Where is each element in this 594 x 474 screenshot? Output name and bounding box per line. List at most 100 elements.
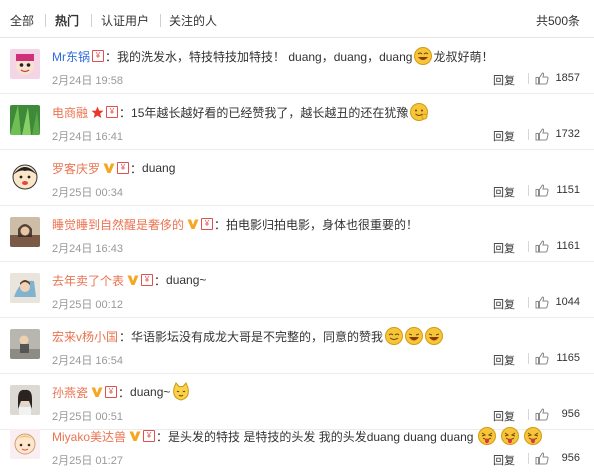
red-icon: ¥ <box>106 106 119 118</box>
comment-text: 拍电影归拍电影，身体也很重要的！ <box>226 217 419 232</box>
thumbs-up-icon[interactable] <box>535 452 549 465</box>
divider <box>528 353 529 364</box>
laugh-face-icon <box>413 46 433 66</box>
colon: ： <box>214 217 227 232</box>
colon: ： <box>119 329 132 344</box>
thumbs-up-icon[interactable] <box>535 128 549 141</box>
username[interactable]: 孙燕瓷 <box>52 384 88 401</box>
comment-time: 2月24日 16:43 <box>52 243 123 255</box>
thumbs-up-icon[interactable] <box>535 184 549 197</box>
reply-link[interactable]: 回复 <box>493 296 515 312</box>
avatar[interactable] <box>10 161 40 191</box>
comment-text: duang <box>142 161 176 175</box>
cat-face-icon <box>171 382 191 402</box>
reply-link[interactable]: 回复 <box>493 72 515 88</box>
tab-all[interactable]: 全部 <box>10 14 34 28</box>
colon: ： <box>154 273 167 288</box>
avatar[interactable] <box>10 105 40 135</box>
comment-time: 2月25日 01:27 <box>52 455 123 467</box>
avatar[interactable] <box>10 429 40 459</box>
tab-divider <box>91 14 92 27</box>
username[interactable]: 电商融 <box>52 104 88 121</box>
tongue-faces-icon <box>477 426 543 446</box>
vip-icon <box>91 387 103 397</box>
reply-link[interactable]: 回复 <box>493 352 515 368</box>
colon: ： <box>119 105 132 120</box>
username[interactable]: Mr东锅 <box>52 48 90 65</box>
divider <box>528 453 529 464</box>
username[interactable]: 罗客庆罗 <box>52 160 100 177</box>
comment-time: 2月25日 00:12 <box>52 299 123 311</box>
like-count: 1161 <box>556 240 580 252</box>
red-icon: ¥ <box>201 218 214 230</box>
comment-item: Mr东锅 ¥ ： 我的洗发水，特技特技加特技！ duang，duang，duan… <box>0 38 594 94</box>
avatar[interactable] <box>10 273 40 303</box>
divider <box>528 129 529 140</box>
comment-time: 2月25日 00:34 <box>52 187 123 199</box>
tab-following[interactable]: 关注的人 <box>169 14 217 28</box>
username[interactable]: Miyako美达兽 <box>52 428 126 445</box>
comment-text: 15年越长越好看的已经赞我了，越长越丑的还在犹豫 <box>131 105 409 120</box>
comment-item: 宏来v杨小国 ： 华语影坛没有成龙大哥是不完整的，同意的赞我 2月24日 16:… <box>0 318 594 374</box>
comment-item: 去年卖了个表 ¥ ： duang~ 2月25日 00:12 回复 1044 <box>0 262 594 318</box>
vip-icon <box>103 163 115 173</box>
reply-link[interactable]: 回复 <box>493 128 515 144</box>
comment-text-tail: 龙叔好萌！ <box>433 49 494 64</box>
colon: ： <box>130 161 143 176</box>
red-icon: ¥ <box>92 50 104 62</box>
smile-face-icon <box>409 102 429 122</box>
comment-time: 2月24日 16:54 <box>52 355 123 367</box>
avatar[interactable] <box>10 385 40 415</box>
thumbs-up-icon[interactable] <box>535 240 549 253</box>
red-icon: ¥ <box>105 386 118 398</box>
like-count: 1044 <box>555 296 580 308</box>
username[interactable]: 睡觉睡到自然醒是奢侈的 <box>52 216 184 233</box>
reply-link[interactable]: 回复 <box>493 240 515 256</box>
comment-item: Miyako美达兽 ¥ ： 是头发的特技 是特技的头发 我的头发duang du… <box>0 418 594 474</box>
comment-total: 共500条 <box>535 14 580 28</box>
reply-link[interactable]: 回复 <box>493 184 515 200</box>
vip-icon <box>129 431 141 441</box>
tab-divider <box>45 14 46 27</box>
red-icon: ¥ <box>143 430 156 442</box>
divider <box>528 73 529 84</box>
colon: ： <box>105 49 118 64</box>
comment-text: 华语影坛没有成龙大哥是不完整的，同意的赞我 <box>131 329 384 344</box>
like-count: 1857 <box>555 72 580 84</box>
username[interactable]: 宏来v杨小国 <box>52 328 118 345</box>
thumbs-up-icon[interactable] <box>535 296 549 309</box>
red-icon: ¥ <box>141 274 154 286</box>
like-count: 956 <box>561 452 580 464</box>
colon: ： <box>118 385 131 400</box>
comment-text: 我的洗发水，特技特技加特技！ duang，duang，duang <box>117 49 413 64</box>
red-icon: ¥ <box>117 162 130 174</box>
comment-text: duang~ <box>130 385 171 399</box>
divider <box>528 297 529 308</box>
avatar[interactable] <box>10 217 40 247</box>
grin-faces-icon <box>384 326 444 346</box>
vip-icon <box>187 219 199 229</box>
like-count: 1732 <box>555 128 580 140</box>
thumbs-up-icon[interactable] <box>535 352 549 365</box>
divider <box>528 241 529 252</box>
star-icon <box>91 106 104 118</box>
thumbs-up-icon[interactable] <box>535 72 549 85</box>
avatar[interactable] <box>10 329 40 359</box>
tab-divider <box>160 14 161 27</box>
tab-verified[interactable]: 认证用户 <box>101 14 149 28</box>
comment-item: 睡觉睡到自然醒是奢侈的 ¥ ： 拍电影归拍电影，身体也很重要的！ 2月24日 1… <box>0 206 594 262</box>
divider <box>528 185 529 196</box>
tab-hot[interactable]: 热门 <box>55 14 79 28</box>
vip-icon <box>127 275 139 285</box>
comment-text: duang~ <box>166 273 207 287</box>
comment-time: 2月24日 16:41 <box>52 131 123 143</box>
username[interactable]: 去年卖了个表 <box>52 272 124 289</box>
like-count: 1151 <box>556 184 580 196</box>
colon: ： <box>156 429 169 444</box>
comment-item: 电商融 ¥ ： 15年越长越好看的已经赞我了，越长越丑的还在犹豫 2月24日 1… <box>0 94 594 150</box>
reply-link[interactable]: 回复 <box>493 452 515 468</box>
comment-text: 是头发的特技 是特技的头发 我的头发duang duang duang <box>168 429 474 444</box>
avatar[interactable] <box>10 49 40 79</box>
comment-filter-tabs: 全部 热门 认证用户 关注的人 共500条 <box>0 0 594 38</box>
comment-time: 2月24日 19:58 <box>52 75 123 87</box>
